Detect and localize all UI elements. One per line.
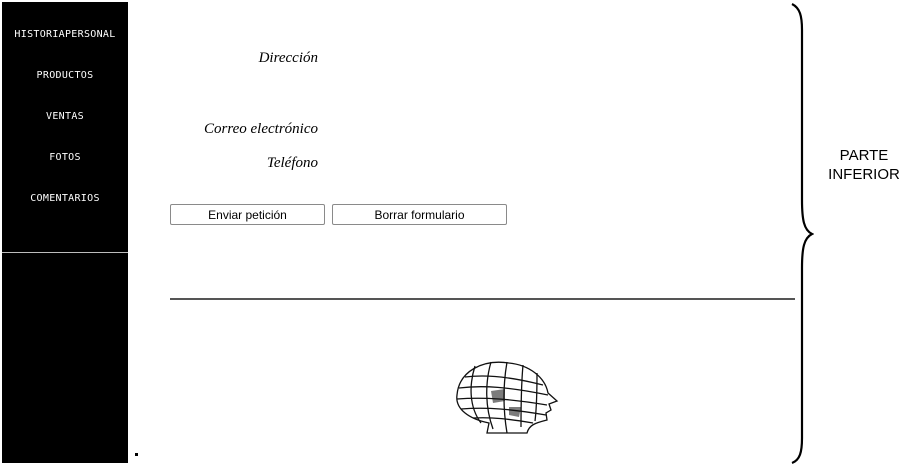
head-wireframe-logo [456,361,559,434]
nav-item-comentarios[interactable]: COMENTARIOS [2,193,128,204]
nav-item-historiapersonal[interactable]: HISTORIAPERSONAL [2,29,128,40]
nav-divider [2,252,128,253]
correo-label: Correo electrónico [203,121,318,137]
right-brace [791,3,814,465]
nav-item-ventas[interactable]: VENTAS [2,111,128,122]
annotation-label-parte: PARTE [839,147,889,164]
horizontal-rule [170,298,795,300]
direccion-label: Dirección [258,50,318,66]
annotation-label-inferior: INFERIOR [828,166,900,183]
telefono-label: Teléfono [266,155,318,171]
nav-item-fotos[interactable]: FOTOS [2,152,128,163]
stray-mark [135,453,138,456]
reset-button[interactable]: Borrar formulario [332,204,507,225]
nav-item-productos[interactable]: PRODUCTOS [2,70,128,81]
sidebar-nav: HISTORIAPERSONAL PRODUCTOS VENTAS FOTOS … [2,2,128,463]
submit-button[interactable]: Enviar petición [170,204,325,225]
